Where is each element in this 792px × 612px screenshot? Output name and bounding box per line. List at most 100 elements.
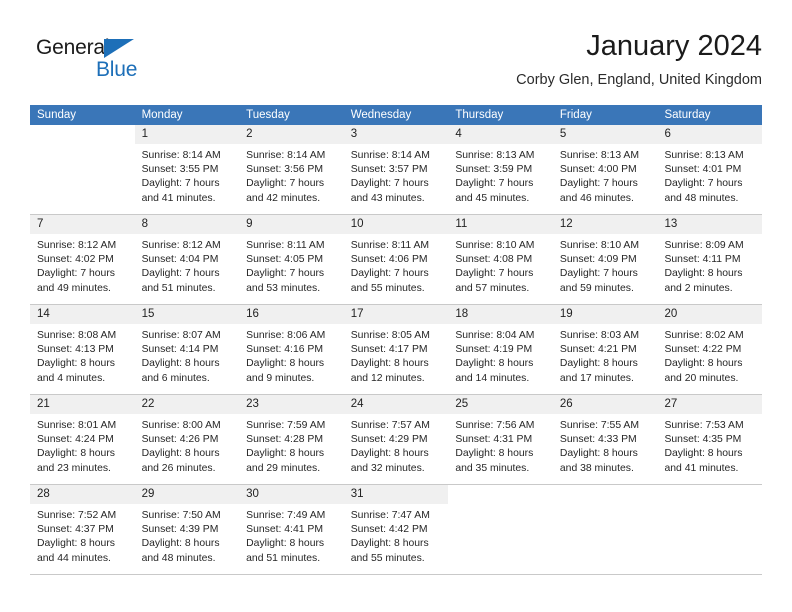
day-cell[interactable]: 25 Sunrise: 7:56 AM Sunset: 4:31 PM Dayligh… (448, 395, 553, 484)
sun-info: Sunrise: 7:59 AM Sunset: 4:28 PM Daylight:… (239, 414, 344, 476)
sunrise-text: Sunrise: 8:07 AM (141, 330, 221, 341)
day-cell[interactable]: 6 Sunrise: 8:13 AM Sunset: 4:01 PM Daylight… (657, 125, 763, 214)
day-number: 31 (350, 488, 364, 500)
week-cells: 28 Sunrise: 7:52 AM Sunset: 4:37 PM Dayligh… (30, 485, 763, 574)
page-subtitle: Corby Glen, England, United Kingdom (516, 72, 762, 88)
day-number: 29 (141, 488, 155, 500)
weekday-header-row: Sunday Monday Tuesday Wednesday Thursday Frid… (30, 105, 762, 125)
day-cell-empty (657, 485, 763, 574)
day-cell[interactable]: 31 Sunrise: 7:47 AM Sunset: 4:42 PM Dayligh… (343, 485, 449, 574)
day-cell[interactable]: 23 Sunrise: 7:59 AM Sunset: 4:28 PM Dayligh… (239, 395, 344, 484)
sunset-text: Sunset: 4:41 PM (246, 524, 323, 536)
sunrise-text: Sunrise: 8:02 AM (664, 330, 744, 341)
sun-info: Sunrise: 7:56 AM Sunset: 4:31 PM Daylight:… (448, 414, 553, 476)
daylight-text-line1: Daylight: 7 hours (350, 178, 429, 190)
day-number: 3 (350, 128, 358, 140)
daylight-text-line1: Daylight: 7 hours (559, 178, 638, 190)
daylight-text-line1: Daylight: 8 hours (350, 448, 429, 460)
day-number: 7 (37, 218, 44, 230)
day-number: 30 (246, 488, 259, 500)
day-number: 8 (141, 218, 148, 230)
day-cell[interactable]: 30 Sunrise: 7:49 AM Sunset: 4:41 PM Dayligh… (239, 485, 344, 574)
day-number: 6 (664, 128, 671, 140)
day-number-band: 21 (30, 395, 135, 414)
day-number-band: 1 (134, 125, 240, 144)
sunrise-text: Sunrise: 7:55 AM (559, 420, 640, 431)
day-cell[interactable]: 26 Sunrise: 7:55 AM Sunset: 4:33 PM Dayligh… (552, 395, 658, 484)
day-cell[interactable]: 9 Sunrise: 8:11 AM Sunset: 4:05 PM Daylight… (239, 215, 344, 304)
sunset-text: Sunset: 3:56 PM (246, 164, 323, 176)
day-cell[interactable]: 3 Sunrise: 8:14 AM Sunset: 3:57 PM Daylight… (343, 125, 449, 214)
day-cell[interactable]: 1 Sunrise: 8:14 AM Sunset: 3:55 PM Daylight… (134, 125, 240, 214)
sun-info: Sunrise: 7:55 AM Sunset: 4:33 PM Daylight:… (553, 414, 658, 476)
day-cell[interactable]: 5 Sunrise: 8:13 AM Sunset: 4:00 PM Daylight… (552, 125, 658, 214)
day-cell[interactable]: 20 Sunrise: 8:02 AM Sunset: 4:22 PM Dayligh… (657, 305, 763, 394)
sunrise-text: Sunrise: 8:01 AM (37, 420, 117, 431)
day-cell[interactable]: 10 Sunrise: 8:11 AM Sunset: 4:06 PM Dayligh… (343, 215, 449, 304)
day-cell[interactable]: 14 Sunrise: 8:08 AM Sunset: 4:13 PM Dayligh… (30, 305, 135, 394)
day-number-band: 4 (448, 125, 553, 144)
daylight-text-line1: Daylight: 8 hours (664, 448, 743, 460)
weekday-header-sunday: Sunday (37, 109, 77, 121)
day-number-band: 13 (657, 215, 763, 234)
day-number: 10 (350, 218, 364, 230)
day-number-band: 15 (134, 305, 240, 324)
sunset-text: Sunset: 4:09 PM (559, 254, 637, 266)
day-number-band: 31 (343, 485, 449, 504)
daylight-text-line1: Daylight: 7 hours (455, 268, 534, 280)
day-number: 18 (455, 308, 469, 320)
daylight-text-line1: Daylight: 8 hours (559, 448, 638, 460)
day-number-band: 28 (30, 485, 135, 504)
sun-info: Sunrise: 8:11 AM Sunset: 4:06 PM Daylight:… (344, 234, 449, 296)
sunrise-text: Sunrise: 8:09 AM (664, 240, 744, 251)
day-cell[interactable]: 7 Sunrise: 8:12 AM Sunset: 4:02 PM Daylight… (30, 215, 135, 304)
sunrise-text: Sunrise: 7:59 AM (246, 420, 326, 431)
daylight-text-line1: Daylight: 8 hours (141, 538, 220, 550)
day-cell[interactable]: 15 Sunrise: 8:07 AM Sunset: 4:14 PM Dayligh… (134, 305, 240, 394)
day-number: 24 (350, 398, 364, 410)
day-number: 27 (664, 398, 678, 410)
day-number-band: 10 (343, 215, 449, 234)
day-number-band (30, 125, 135, 144)
day-cell[interactable]: 28 Sunrise: 7:52 AM Sunset: 4:37 PM Dayligh… (30, 485, 135, 574)
day-cell[interactable]: 22 Sunrise: 8:00 AM Sunset: 4:26 PM Dayligh… (134, 395, 240, 484)
daylight-text-line2: and 14 minutes. (455, 372, 530, 384)
sunrise-text: Sunrise: 8:04 AM (455, 330, 535, 341)
daylight-text-line2: and 51 minutes. (141, 282, 216, 294)
day-cell[interactable]: 11 Sunrise: 8:10 AM Sunset: 4:08 PM Dayligh… (448, 215, 553, 304)
day-cell[interactable]: 21 Sunrise: 8:01 AM Sunset: 4:24 PM Dayligh… (30, 395, 135, 484)
day-number: 9 (246, 218, 253, 230)
sunrise-text: Sunrise: 8:10 AM (559, 240, 640, 251)
day-cell[interactable]: 2 Sunrise: 8:14 AM Sunset: 3:56 PM Daylight… (239, 125, 344, 214)
day-cell[interactable]: 13 Sunrise: 8:09 AM Sunset: 4:11 PM Dayligh… (657, 215, 763, 304)
sun-info: Sunrise: 8:06 AM Sunset: 4:16 PM Daylight:… (239, 324, 344, 386)
sunset-text: Sunset: 4:08 PM (455, 254, 533, 266)
sunset-text: Sunset: 3:57 PM (350, 164, 428, 176)
day-cell[interactable]: 16 Sunrise: 8:06 AM Sunset: 4:16 PM Dayligh… (239, 305, 344, 394)
sunrise-text: Sunrise: 8:14 AM (141, 150, 221, 161)
daylight-text-line1: Daylight: 8 hours (664, 358, 743, 370)
sunset-text: Sunset: 4:19 PM (455, 344, 533, 356)
sunrise-text: Sunrise: 7:49 AM (246, 510, 326, 521)
sunrise-text: Sunrise: 7:57 AM (350, 420, 430, 431)
day-cell[interactable]: 18 Sunrise: 8:04 AM Sunset: 4:19 PM Dayligh… (448, 305, 553, 394)
general-blue-logo[interactable]: General Blue (36, 36, 156, 88)
day-cell[interactable]: 27 Sunrise: 7:53 AM Sunset: 4:35 PM Dayligh… (657, 395, 763, 484)
day-cell[interactable]: 17 Sunrise: 8:05 AM Sunset: 4:17 PM Dayligh… (343, 305, 449, 394)
day-cell[interactable]: 12 Sunrise: 8:10 AM Sunset: 4:09 PM Dayligh… (552, 215, 658, 304)
day-cell[interactable]: 8 Sunrise: 8:12 AM Sunset: 4:04 PM Daylight… (134, 215, 240, 304)
daylight-text-line2: and 26 minutes. (141, 462, 216, 474)
day-number: 16 (246, 308, 259, 320)
sunrise-text: Sunrise: 7:50 AM (141, 510, 221, 521)
weekday-header-friday: Friday (559, 109, 592, 121)
day-cell[interactable]: 24 Sunrise: 7:57 AM Sunset: 4:29 PM Dayligh… (343, 395, 449, 484)
day-number: 2 (246, 128, 253, 140)
day-number-band: 23 (239, 395, 344, 414)
day-number-band: 30 (239, 485, 344, 504)
day-cell[interactable]: 29 Sunrise: 7:50 AM Sunset: 4:39 PM Dayligh… (134, 485, 240, 574)
day-cell[interactable]: 19 Sunrise: 8:03 AM Sunset: 4:21 PM Dayligh… (552, 305, 658, 394)
daylight-text-line2: and 48 minutes. (141, 552, 216, 564)
sun-info: Sunrise: 8:09 AM Sunset: 4:11 PM Daylight:… (657, 234, 762, 296)
day-cell[interactable]: 4 Sunrise: 8:13 AM Sunset: 3:59 PM Daylight… (448, 125, 553, 214)
daylight-text-line1: Daylight: 8 hours (246, 538, 325, 550)
